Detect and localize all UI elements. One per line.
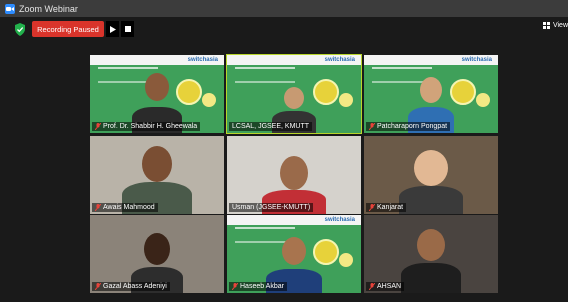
slide-brand: switchasia	[187, 57, 218, 63]
recording-status-label: Recording Paused	[37, 24, 99, 34]
meeting-controls-bar: Recording Paused View	[0, 17, 568, 43]
participant-name-tag: Prof. Dr. Shabbir H. Gheewala	[92, 122, 201, 131]
participant-name-tag: Usman (JGSEE-KMUTT)	[229, 203, 314, 212]
mic-muted-icon	[95, 123, 101, 130]
video-tile[interactable]: AHSAN	[364, 215, 498, 293]
zoom-logo-icon	[5, 3, 15, 14]
video-tile[interactable]: Kanjarat	[364, 136, 498, 214]
title-bar: Zoom Webinar	[0, 0, 568, 17]
mic-muted-icon	[95, 283, 101, 290]
video-tile[interactable]: Awais Mahmood	[90, 136, 224, 214]
video-tile[interactable]: switchasia Patcharaporn Pongpat	[364, 55, 498, 133]
window-title: Zoom Webinar	[19, 3, 78, 14]
view-button[interactable]: View	[542, 22, 568, 29]
mic-muted-icon	[369, 283, 375, 290]
video-tile[interactable]: switchasia Haseeb Akbar	[227, 215, 361, 293]
video-tile[interactable]: Gazal Abass Adeniyi	[90, 215, 224, 293]
participant-name-tag: Kanjarat	[366, 203, 407, 212]
mic-muted-icon	[369, 204, 375, 211]
stop-recording-button[interactable]	[121, 21, 134, 37]
participant-name-tag: Awais Mahmood	[92, 203, 158, 212]
participant-name-tag: Patcharaporn Pongpat	[366, 122, 451, 131]
view-label: View	[552, 22, 568, 29]
grid-view-icon	[542, 22, 550, 29]
video-tile[interactable]: Usman (JGSEE-KMUTT)	[227, 136, 361, 214]
resume-recording-button[interactable]	[106, 21, 119, 37]
participant-name-tag: LCSAL, JGSEE, KMUTT	[229, 122, 313, 131]
stop-icon	[124, 26, 131, 32]
video-tile-active-speaker[interactable]: switchasia LCSAL, JGSEE, KMUTT	[226, 54, 362, 134]
mic-muted-icon	[369, 123, 375, 130]
participant-name-tag: AHSAN	[366, 282, 405, 291]
participant-name-tag: Haseeb Akbar	[229, 282, 287, 291]
mic-muted-icon	[95, 204, 101, 211]
video-tile[interactable]: switchasia Prof. Dr. Shabbir H. Gheewala	[90, 55, 224, 133]
security-shield-icon[interactable]	[14, 23, 26, 36]
recording-status-button[interactable]: Recording Paused	[32, 21, 104, 37]
participant-name-tag: Gazal Abass Adeniyi	[92, 282, 170, 291]
play-icon	[109, 25, 116, 33]
mic-muted-icon	[232, 283, 238, 290]
